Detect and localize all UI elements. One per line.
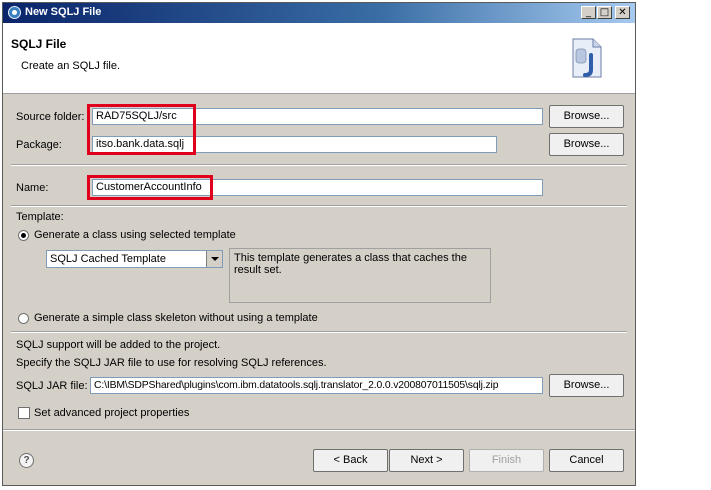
jar-file-browse-button[interactable]: Browse... (549, 374, 624, 397)
eclipse-icon (8, 6, 21, 19)
separator (11, 205, 627, 207)
separator (11, 331, 627, 333)
separator (3, 429, 635, 431)
next-button[interactable]: Next > (389, 449, 464, 472)
template-description-box: This template generates a class that cac… (229, 248, 491, 303)
help-icon[interactable]: ? (19, 453, 34, 468)
source-folder-browse-button[interactable]: Browse... (549, 105, 624, 128)
minimize-button[interactable]: _ (581, 6, 596, 19)
back-button[interactable]: < Back (313, 449, 388, 472)
template-select[interactable]: SQLJ Cached Template (46, 250, 223, 268)
template-select-value: SQLJ Cached Template (50, 253, 166, 265)
chevron-down-icon[interactable] (206, 251, 222, 267)
skeleton-option-label: Generate a simple class skeleton without… (34, 312, 318, 324)
advanced-properties-checkbox[interactable] (18, 407, 30, 419)
jar-file-label: SQLJ JAR file: (16, 380, 88, 392)
sqlj-support-note: SQLJ support will be added to the projec… (16, 339, 221, 351)
window-title: New SQLJ File (25, 6, 102, 18)
template-option-label: Generate a class using selected template (34, 229, 236, 241)
package-input[interactable]: itso.bank.data.sqlj (92, 136, 497, 153)
package-label: Package: (16, 139, 62, 151)
advanced-properties-label: Set advanced project properties (34, 407, 190, 419)
jar-file-input[interactable]: C:\IBM\SDPShared\plugins\com.ibm.datatoo… (90, 377, 543, 394)
name-label: Name: (16, 182, 49, 194)
source-folder-label: Source folder: (16, 111, 85, 123)
maximize-button[interactable]: □ (597, 6, 612, 19)
close-button[interactable]: ✕ (615, 6, 630, 19)
template-label: Template: (16, 211, 64, 223)
template-radio-selected[interactable] (18, 230, 29, 241)
wizard-header: SQLJ File Create an SQLJ file. (3, 23, 635, 94)
sqlj-file-icon (572, 38, 602, 78)
name-input[interactable]: CustomerAccountInfo (92, 179, 543, 196)
jar-instruction: Specify the SQLJ JAR file to use for res… (16, 357, 327, 369)
cancel-button[interactable]: Cancel (549, 449, 624, 472)
separator (11, 164, 627, 166)
skeleton-radio[interactable] (18, 313, 29, 324)
source-folder-input[interactable]: RAD75SQLJ/src (92, 108, 543, 125)
package-browse-button[interactable]: Browse... (549, 133, 624, 156)
wizard-title: SQLJ File (11, 37, 67, 51)
wizard-description: Create an SQLJ file. (21, 60, 121, 72)
title-bar[interactable]: New SQLJ File _ □ ✕ (3, 3, 635, 23)
new-sqlj-file-dialog: New SQLJ File _ □ ✕ SQLJ File Create an … (2, 2, 636, 486)
finish-button[interactable]: Finish (469, 449, 544, 472)
